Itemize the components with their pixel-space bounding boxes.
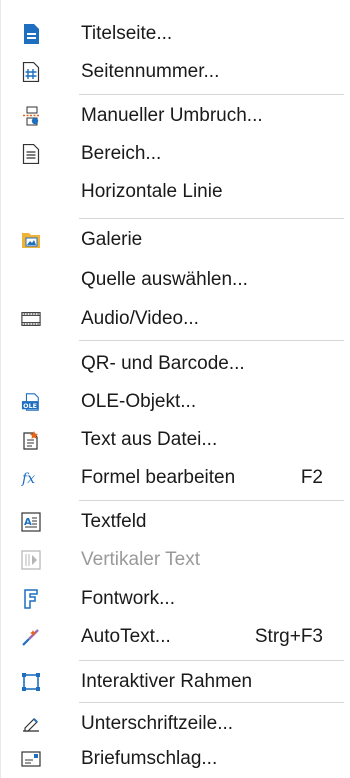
- menu-item-label: Formel bearbeiten: [81, 467, 236, 488]
- text-box-icon: A: [21, 512, 41, 532]
- menu-item-label: Manueller Umbruch...: [81, 105, 263, 126]
- menu-separator: [79, 94, 344, 95]
- signature-line-icon: [21, 714, 41, 734]
- menu-item-vertical-text[interactable]: Vertikaler Text: [1, 541, 350, 579]
- formula-icon: fx: [21, 468, 41, 488]
- menu-item-interactive-frame[interactable]: Interaktiver Rahmen: [1, 663, 350, 701]
- menu-item-label: Textfeld: [81, 511, 147, 532]
- menu-item-label: Interaktiver Rahmen: [81, 671, 253, 692]
- svg-text:OLE: OLE: [23, 403, 37, 410]
- page-number-icon: [21, 62, 41, 82]
- menu-separator: [79, 500, 344, 501]
- fontwork-icon: [21, 589, 41, 609]
- menu-item-label: Unterschriftzeile...: [81, 713, 234, 734]
- menu-item-title-page[interactable]: Titelseite...: [1, 15, 350, 53]
- menu-item-envelope[interactable]: Briefumschlag...: [1, 740, 350, 778]
- menu-separator: [79, 660, 344, 661]
- interactive-frame-icon: [21, 672, 41, 692]
- menu-item-fontwork[interactable]: Fontwork...: [1, 580, 350, 618]
- audio-video-icon: [21, 309, 41, 329]
- menu-item-edit-formula[interactable]: fx Formel bearbeiten F2: [1, 459, 350, 497]
- menu-item-label: Horizontale Linie: [81, 181, 223, 202]
- menu-item-label: Galerie: [81, 229, 143, 250]
- menu-item-shortcut: F2: [300, 467, 323, 488]
- menu-item-ole-object[interactable]: OLE OLE-Objekt...: [1, 383, 350, 421]
- menu-item-autotext[interactable]: AutoText... Strg+F3: [1, 618, 350, 656]
- gallery-icon: [21, 230, 41, 250]
- menu-item-horizontal-line[interactable]: Horizontale Linie: [1, 173, 350, 211]
- menu-item-select-source[interactable]: Quelle auswählen...: [1, 261, 350, 299]
- section-icon: [21, 144, 41, 164]
- menu-item-label: Text aus Datei...: [81, 429, 218, 450]
- vertical-text-icon: [21, 550, 41, 570]
- menu-item-page-number[interactable]: Seitennummer...: [1, 53, 350, 91]
- manual-break-icon: [21, 106, 41, 126]
- menu-item-shortcut: Strg+F3: [254, 626, 323, 647]
- menu-separator: [79, 340, 344, 341]
- menu-item-text-from-file[interactable]: Text aus Datei...: [1, 421, 350, 459]
- menu-item-label: Audio/Video...: [81, 308, 199, 329]
- menu-item-text-box[interactable]: A Textfeld: [1, 503, 350, 541]
- ole-object-icon: OLE: [21, 392, 41, 412]
- insert-menu: Titelseite... Seitennummer... Manueller …: [0, 0, 350, 778]
- envelope-icon: [21, 749, 41, 769]
- autotext-icon: [21, 627, 41, 647]
- menu-item-manual-break[interactable]: Manueller Umbruch...: [1, 97, 350, 135]
- menu-item-label: Bereich...: [81, 143, 162, 164]
- menu-item-label: OLE-Objekt...: [81, 391, 197, 412]
- menu-item-label: Titelseite...: [81, 23, 173, 44]
- menu-item-gallery[interactable]: Galerie: [1, 221, 350, 259]
- menu-item-label: Seitennummer...: [81, 61, 220, 82]
- menu-item-label: Fontwork...: [81, 588, 175, 609]
- menu-separator: [79, 218, 344, 219]
- menu-item-section[interactable]: Bereich...: [1, 135, 350, 173]
- title-page-icon: [21, 24, 41, 44]
- menu-separator: [79, 702, 344, 703]
- menu-item-audio-video[interactable]: Audio/Video...: [1, 300, 350, 338]
- menu-item-qr-barcode[interactable]: QR- und Barcode...: [1, 345, 350, 383]
- menu-item-label: Vertikaler Text: [81, 549, 200, 570]
- menu-item-label: QR- und Barcode...: [81, 353, 245, 374]
- menu-item-label: AutoText...: [81, 626, 171, 647]
- menu-item-label: Briefumschlag...: [81, 748, 218, 769]
- svg-text:A: A: [24, 517, 32, 528]
- svg-text:fx: fx: [21, 471, 35, 487]
- text-from-file-icon: [21, 430, 41, 450]
- menu-item-signature-line[interactable]: Unterschriftzeile...: [1, 705, 350, 743]
- menu-item-label: Quelle auswählen...: [81, 269, 248, 290]
